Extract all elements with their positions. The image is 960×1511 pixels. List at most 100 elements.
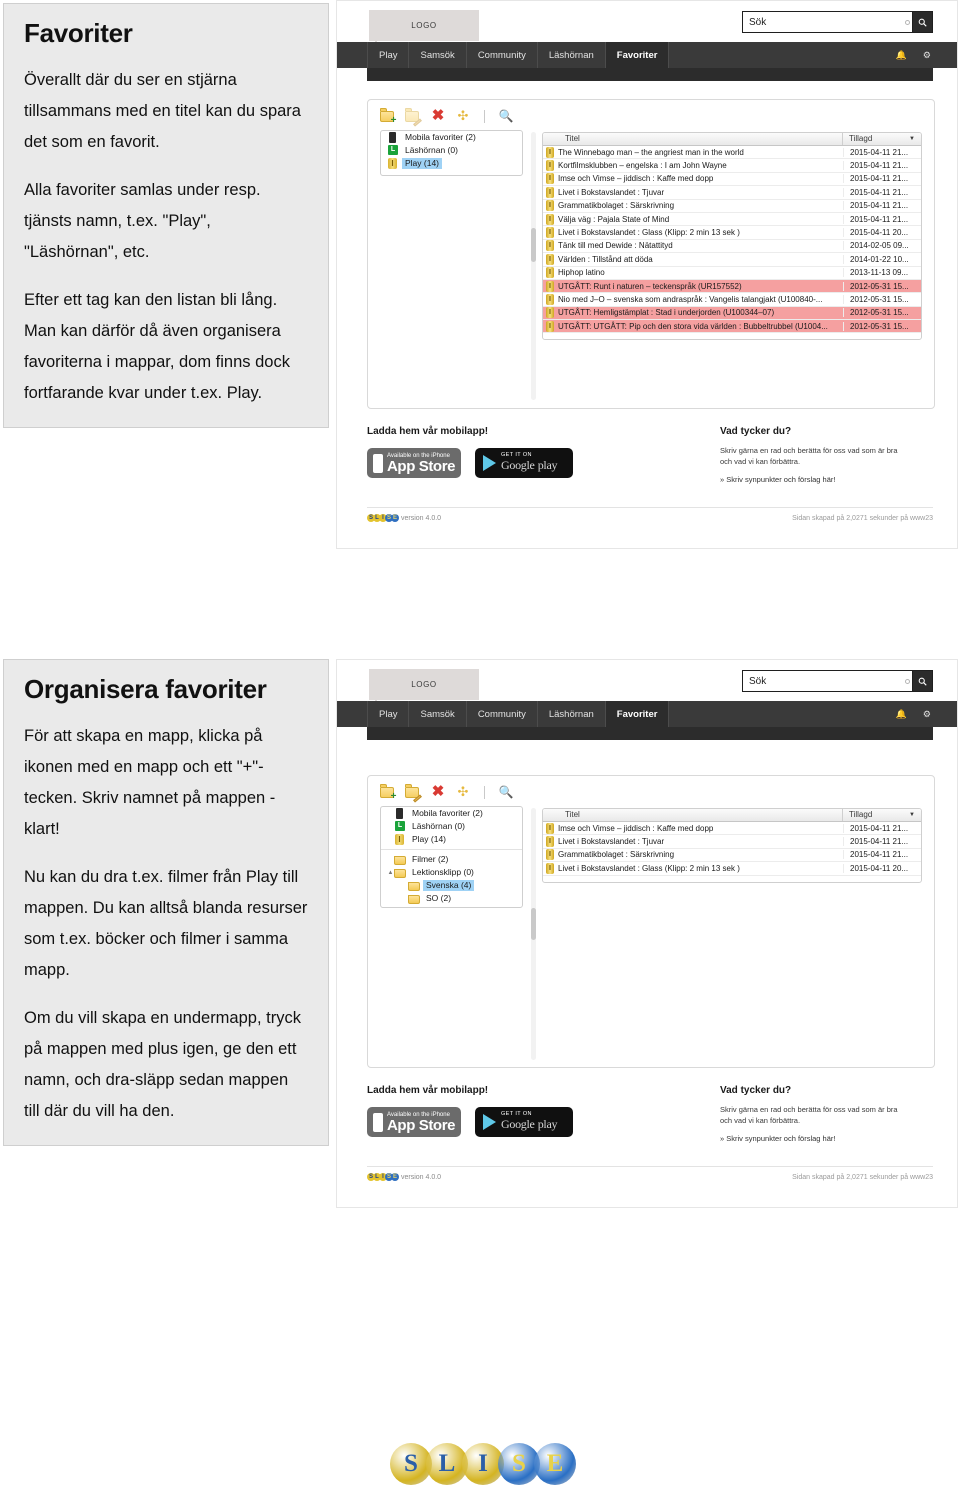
- toolbar-separator: [484, 109, 485, 123]
- search-clear-icon[interactable]: [905, 20, 910, 25]
- appstore-badge[interactable]: Available on the iPhone App Store: [367, 448, 461, 478]
- tree-item[interactable]: I Play (14): [381, 157, 522, 170]
- appstore-badge[interactable]: Available on the iPhone App Store: [367, 1107, 461, 1137]
- tab-play[interactable]: Play: [367, 701, 410, 727]
- row-title-cell: I Välja väg : Pajala State of Mind: [543, 213, 843, 225]
- search-clear-icon[interactable]: [905, 679, 910, 684]
- footer-feedback-block: Vad tycker du? Skriv gärna en rad och be…: [720, 426, 910, 486]
- delete-icon[interactable]: ✖: [430, 784, 446, 800]
- tree-item[interactable]: SO (2): [381, 892, 522, 905]
- search-button[interactable]: [912, 11, 933, 33]
- coin-icon: I: [546, 227, 554, 239]
- favorites-browser: + ✖ ✣ 🔍 Mobila favoriter (2) L Läshörnan (…: [367, 775, 935, 1068]
- rename-folder-icon[interactable]: [405, 108, 422, 127]
- paragraph: Alla favoriter samlas under resp. tjänst…: [24, 181, 261, 261]
- tree-item[interactable]: Svenska (4): [381, 879, 522, 892]
- table-row[interactable]: I Imse och Vimse – jiddisch : Kaffe med d…: [543, 173, 921, 187]
- column-header-added[interactable]: Tillagd ▼: [843, 809, 921, 821]
- tab-favoriter[interactable]: Favoriter: [605, 701, 670, 727]
- tab-lashornan[interactable]: Läshörnan: [538, 42, 606, 68]
- scrollbar-thumb[interactable]: [531, 908, 536, 940]
- tree-item[interactable]: I Play (14): [381, 833, 522, 846]
- tab-samsok[interactable]: Samsök: [409, 42, 467, 68]
- search-icon[interactable]: 🔍: [498, 784, 514, 800]
- chevron-down-icon[interactable]: ▼: [909, 809, 915, 821]
- row-title-label: Världen : Tillstånd att döda: [558, 254, 653, 264]
- googleplay-badge[interactable]: GET IT ON Google play: [475, 1107, 573, 1137]
- search-input[interactable]: [742, 11, 912, 33]
- gear-icon[interactable]: ⚙: [923, 709, 931, 720]
- tree-item[interactable]: Mobila favoriter (2): [381, 807, 522, 820]
- list-header: Titel Tillagd ▼: [543, 133, 921, 146]
- column-header-added[interactable]: Tillagd ▼: [843, 133, 921, 145]
- table-row[interactable]: I Grammatikbolaget : Särskrivning 2015-04-…: [543, 849, 921, 863]
- feedback-link[interactable]: » Skriv synpunkter och förslag här!: [720, 474, 910, 486]
- column-header-title[interactable]: Titel: [543, 133, 843, 145]
- table-row[interactable]: I Livet i Bokstavslandet : Glass (Klipp: …: [543, 226, 921, 240]
- chevron-down-icon[interactable]: ▼: [909, 133, 915, 145]
- table-row[interactable]: I Nio med J–O – svenska som andraspråk : …: [543, 293, 921, 307]
- table-row[interactable]: I UTGÅTT: Hemligstämplat : Stad i underjo…: [543, 306, 921, 321]
- new-folder-icon[interactable]: +: [380, 784, 396, 802]
- move-icon[interactable]: ✣: [455, 784, 471, 800]
- tree-item[interactable]: ▲ Lektionsklipp (0): [381, 866, 522, 879]
- table-row[interactable]: I Kortfilmsklubben – engelska : I am John…: [543, 159, 921, 173]
- coin-icon: I: [546, 822, 554, 834]
- table-row[interactable]: I Livet i Bokstavslandet : Tjuvar 2015-04-…: [543, 835, 921, 849]
- coin-icon: I: [387, 158, 399, 169]
- bell-icon[interactable]: 🔔: [896, 709, 907, 720]
- table-row[interactable]: I Världen : Tillstånd att döda 2014-01-22 …: [543, 253, 921, 267]
- table-row[interactable]: I Livet i Bokstavslandet : Glass (Klipp: …: [543, 862, 921, 876]
- column-header-title[interactable]: Titel: [543, 809, 843, 821]
- row-date-cell: 2015-04-11 21...: [843, 201, 921, 211]
- table-row[interactable]: I The Winnebago man – the angriest man in…: [543, 146, 921, 160]
- scrollbar-thumb[interactable]: [531, 228, 536, 262]
- coin-icon: I: [546, 146, 554, 158]
- tab-lashornan[interactable]: Läshörnan: [538, 701, 606, 727]
- search-button[interactable]: [912, 670, 933, 692]
- coin-icon: I: [546, 849, 554, 861]
- search-icon[interactable]: 🔍: [498, 108, 514, 124]
- googleplay-badge[interactable]: GET IT ON Google play: [475, 448, 573, 478]
- bell-icon[interactable]: 🔔: [896, 50, 907, 61]
- tab-community[interactable]: Community: [467, 42, 538, 68]
- list-scrollbar[interactable]: [531, 132, 536, 400]
- table-row[interactable]: I Välja väg : Pajala State of Mind 2015-04…: [543, 213, 921, 227]
- table-row[interactable]: I UTGÅTT: UTGÅTT: Pip och den stora vida …: [543, 320, 921, 334]
- rename-folder-icon[interactable]: [405, 784, 422, 803]
- list-scrollbar[interactable]: [531, 808, 536, 1060]
- feedback-link[interactable]: » Skriv synpunkter och förslag här!: [720, 1133, 910, 1145]
- move-icon[interactable]: ✣: [455, 108, 471, 124]
- tree-item[interactable]: Mobila favoriter (2): [381, 131, 522, 144]
- row-title-cell: I UTGÅTT: Hemligstämplat : Stad i underjo…: [543, 307, 843, 319]
- list-header: Titel Tillagd ▼: [543, 809, 921, 822]
- table-row[interactable]: I Imse och Vimse – jiddisch : Kaffe med d…: [543, 822, 921, 836]
- tree-item[interactable]: L Läshörnan (0): [381, 144, 522, 157]
- tab-community[interactable]: Community: [467, 701, 538, 727]
- new-folder-icon[interactable]: +: [380, 108, 396, 126]
- delete-icon[interactable]: ✖: [430, 108, 446, 124]
- table-row[interactable]: I Hiphop latino 2013-11-13 09...: [543, 267, 921, 280]
- tree-divider: [381, 849, 522, 850]
- tree-item[interactable]: Filmer (2): [381, 853, 522, 866]
- page-title: Favoriter: [24, 18, 133, 48]
- gear-icon[interactable]: ⚙: [923, 50, 931, 61]
- twisty-icon[interactable]: ▲: [387, 870, 394, 876]
- table-row[interactable]: I UTGÅTT: Runt i naturen – teckenspråk (U…: [543, 279, 921, 294]
- mobile-icon: [394, 808, 406, 819]
- nav-sub-strip: [367, 727, 933, 740]
- table-row[interactable]: I Grammatikbolaget : Särskrivning 2015-04-…: [543, 200, 921, 213]
- search-input[interactable]: [742, 670, 912, 692]
- table-row[interactable]: I Tänk till med Dewide : Nätattityd 2014-0…: [543, 240, 921, 254]
- tab-play[interactable]: Play: [367, 42, 410, 68]
- row-date-cell: 2015-04-11 21...: [843, 187, 921, 197]
- version-text: version 4.0.0: [401, 1173, 442, 1181]
- tab-samsok[interactable]: Samsök: [409, 701, 467, 727]
- tree-item[interactable]: L Läshörnan (0): [381, 820, 522, 833]
- tab-favoriter[interactable]: Favoriter: [605, 42, 670, 68]
- footer-mobile-block: Ladda hem vår mobilapp! Available on the…: [367, 426, 573, 478]
- table-row[interactable]: I Livet i Bokstavslandet : Tjuvar 2015-04-…: [543, 186, 921, 200]
- row-title-cell: I UTGÅTT: UTGÅTT: Pip och den stora vida …: [543, 320, 843, 332]
- tree-item-label: Mobila favoriter (2): [412, 808, 483, 818]
- toolbar-separator: [484, 785, 485, 799]
